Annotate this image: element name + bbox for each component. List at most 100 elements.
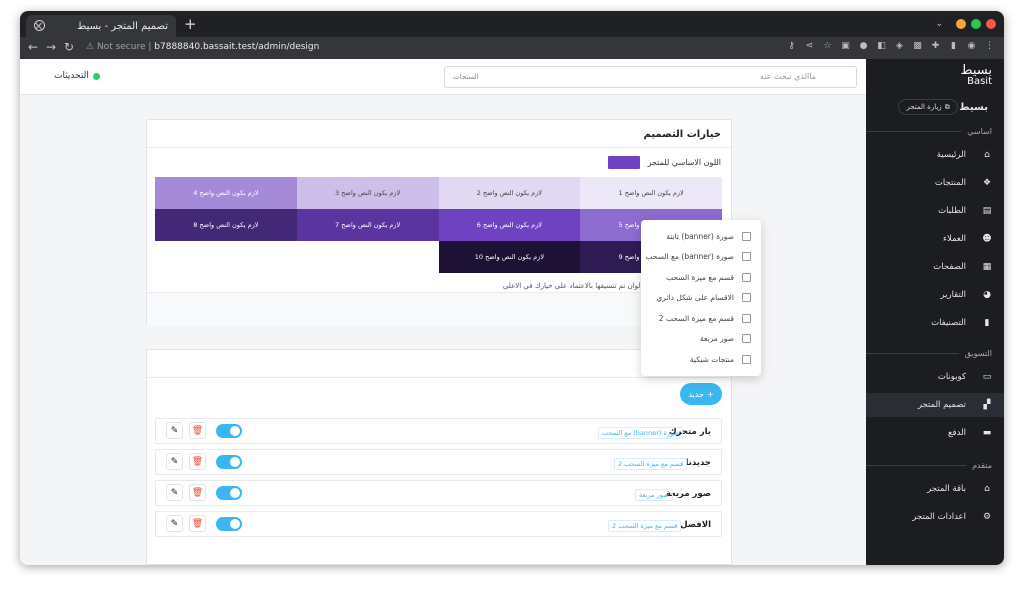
store-name: بسيط xyxy=(959,102,988,113)
edit-pencil-icon[interactable]: ✎ xyxy=(166,515,183,532)
menu-icon[interactable]: ⋮ xyxy=(985,42,994,51)
dropdown-item-label: صورة (banner) مع السحب xyxy=(645,252,734,262)
design-options-title: خيارات التصميم xyxy=(147,120,731,148)
add-section-button[interactable]: + جديد xyxy=(680,383,722,405)
new-tab-button[interactable]: + xyxy=(184,15,197,33)
sidebar-item[interactable]: ❖ المنتجات xyxy=(866,171,1004,195)
color-shade-cell: لازم يكون النص واضح 4 xyxy=(155,177,297,209)
layout-icon xyxy=(742,272,751,282)
edit-pencil-icon[interactable]: ✎ xyxy=(166,484,183,501)
section-visibility-toggle[interactable] xyxy=(216,485,242,500)
sidebar-item[interactable]: ▤ الطلبات xyxy=(866,199,1004,223)
key-icon[interactable]: ⚷ xyxy=(787,42,796,51)
share-icon[interactable]: ⋖ xyxy=(805,42,814,51)
section-visibility-toggle[interactable] xyxy=(216,423,242,438)
section-name: جديدنا xyxy=(685,458,711,468)
puzzle-icon[interactable]: ✚ xyxy=(931,42,940,51)
external-link-icon: ⧉ xyxy=(944,102,950,111)
dropdown-item[interactable]: صورة (banner) مع السحب xyxy=(641,247,761,268)
profile-icon[interactable]: ◉ xyxy=(967,42,976,51)
color-shade-cell: لازم يكون النص واضح 6 xyxy=(438,209,581,241)
sidebar-item[interactable]: ▭ كوبونات xyxy=(866,365,1004,389)
dropdown-item[interactable]: قسم مع ميزة السحب xyxy=(641,267,761,288)
dropdown-item-label: قسم مع ميزة السحب xyxy=(665,272,734,282)
sidebar-item[interactable]: ☻ العملاء xyxy=(866,227,1004,251)
sidebar-icon[interactable]: ▮ xyxy=(949,42,958,51)
layout-icon xyxy=(742,252,751,262)
sidebar-item-label: اعدادات المتجر xyxy=(912,512,966,522)
star-icon[interactable]: ☆ xyxy=(823,42,832,51)
online-dot-icon xyxy=(92,72,100,80)
dropdown-item[interactable]: قسم مع ميزة السحب 2 xyxy=(641,308,761,329)
color-shades-grid: لازم يكون النص واضح 1 لازم يكون النص واضح… xyxy=(155,177,722,273)
dropdown-item[interactable]: الاقسام على شكل دائري xyxy=(641,288,761,309)
minimize-button[interactable] xyxy=(956,19,966,29)
edit-pencil-icon[interactable]: ✎ xyxy=(166,453,183,470)
sidebar-item[interactable]: ◕ التقارير xyxy=(866,283,1004,307)
extension-icon[interactable]: ▣ xyxy=(841,42,850,51)
updates-status[interactable]: التحديثات xyxy=(54,71,100,81)
sidebar-section-title: متقدم xyxy=(866,461,992,470)
section-name: صور مربعة xyxy=(665,489,711,499)
dashboard-icon: ▞ xyxy=(983,400,991,410)
extension-icon[interactable]: ▩ xyxy=(913,42,922,51)
dropdown-item[interactable]: صور مربعة xyxy=(641,329,761,350)
tab-search-icon[interactable]: ⌄ xyxy=(935,19,943,29)
delete-trash-icon[interactable]: 🗑 xyxy=(189,515,206,532)
dropdown-item[interactable]: صورة (banner) ثابتة xyxy=(641,226,761,247)
cubes-icon: ❖ xyxy=(982,178,992,188)
sidebar-item-label: باقة المتجر xyxy=(927,484,966,494)
extension-icon[interactable]: ◧ xyxy=(877,42,886,51)
section-type-badge: قسم مع ميزة السحب 2 xyxy=(608,520,682,532)
extension-icon[interactable]: ● xyxy=(859,42,868,51)
browser-tab[interactable]: تصميم المتجر - بسيط ✕ xyxy=(26,15,176,37)
visit-store-button[interactable]: ⧉ زيارة المتجر xyxy=(898,99,958,115)
store-sections-card: سية + جديد بار متحركصورة (banner) مع الس… xyxy=(146,349,732,565)
sidebar-section-title: اساسي xyxy=(866,127,992,136)
color-shade-cell: لازم يكون النص واضح 2 xyxy=(438,177,581,209)
grid-spacer xyxy=(155,241,439,273)
sidebar-item[interactable]: ▞ تصميم المتجر xyxy=(866,393,1004,417)
sidebar-item-label: الطلبات xyxy=(938,206,966,216)
address-bar: ← → ↻ ⚠ Not secure | b7888840.bassait.te… xyxy=(20,37,1004,59)
sidebar-item[interactable]: ▮ التصنيفات xyxy=(866,311,1004,335)
search-input[interactable]: ماالذي تبحث عنه المنتجات xyxy=(444,66,857,88)
section-row[interactable]: الافضل قسم مع ميزة السحب 2 ✎ 🗑 xyxy=(155,511,722,537)
logo[interactable]: بسيط Basit xyxy=(961,64,992,87)
maximize-button[interactable] xyxy=(971,19,981,29)
globe-icon xyxy=(34,20,45,31)
sidebar-item[interactable]: ▬ الدفع xyxy=(866,421,1004,445)
shield-icon[interactable]: ◈ xyxy=(895,42,904,51)
section-visibility-toggle[interactable] xyxy=(216,454,242,469)
delete-trash-icon[interactable]: 🗑 xyxy=(189,484,206,501)
section-visibility-toggle[interactable] xyxy=(216,516,242,531)
primary-color-row: اللون الاساسي للمتجر xyxy=(607,156,721,169)
url-field[interactable]: ⚠ Not secure | b7888840.bassait.test/adm… xyxy=(86,42,319,52)
close-window-button[interactable] xyxy=(986,19,996,29)
dropdown-item[interactable]: منتجات شبكية xyxy=(641,349,761,370)
sidebar-item-label: العملاء xyxy=(942,234,966,244)
delete-trash-icon[interactable]: 🗑 xyxy=(189,453,206,470)
sidebar-item[interactable]: ⚙ اعدادات المتجر xyxy=(866,505,1004,529)
sidebar-item[interactable]: ▦ الصفحات xyxy=(866,255,1004,279)
section-row[interactable]: جديدنا قسم مع ميزة السحب 2 ✎ 🗑 xyxy=(155,449,722,475)
sidebar-item-label: تصميم المتجر xyxy=(917,400,966,410)
sidebar-item[interactable]: ⌂ باقة المتجر xyxy=(866,477,1004,501)
color-shade-cell: لازم يكون النص واضح 8 xyxy=(155,209,297,241)
primary-color-swatch[interactable] xyxy=(607,156,640,169)
sidebar-item[interactable]: ⌂ الرئيسية xyxy=(866,143,1004,167)
section-row[interactable]: صور مربعة صور مربعة ✎ 🗑 xyxy=(155,480,722,506)
edit-pencil-icon[interactable]: ✎ xyxy=(166,422,183,439)
back-button[interactable]: ← xyxy=(28,40,38,54)
sidebar: بسيط Basit بسيط ⧉ زيارة المتجر اساسي ⌂ الر… xyxy=(866,59,1004,565)
forward-button[interactable]: → xyxy=(46,40,56,54)
users-icon: ☻ xyxy=(982,234,992,244)
search-placeholder: ماالذي تبحث عنه xyxy=(759,72,816,81)
warning-icon: ⚠ xyxy=(86,42,95,52)
reload-button[interactable]: ↻ xyxy=(64,40,74,54)
layout-icon xyxy=(742,354,751,364)
search-category-select[interactable]: المنتجات xyxy=(453,73,479,81)
delete-trash-icon[interactable]: 🗑 xyxy=(189,422,206,439)
section-row[interactable]: بار متحرك صورة (banner) مع السحب ✎ 🗑 xyxy=(155,418,722,444)
sidebar-section-title: التسويق xyxy=(866,349,992,358)
